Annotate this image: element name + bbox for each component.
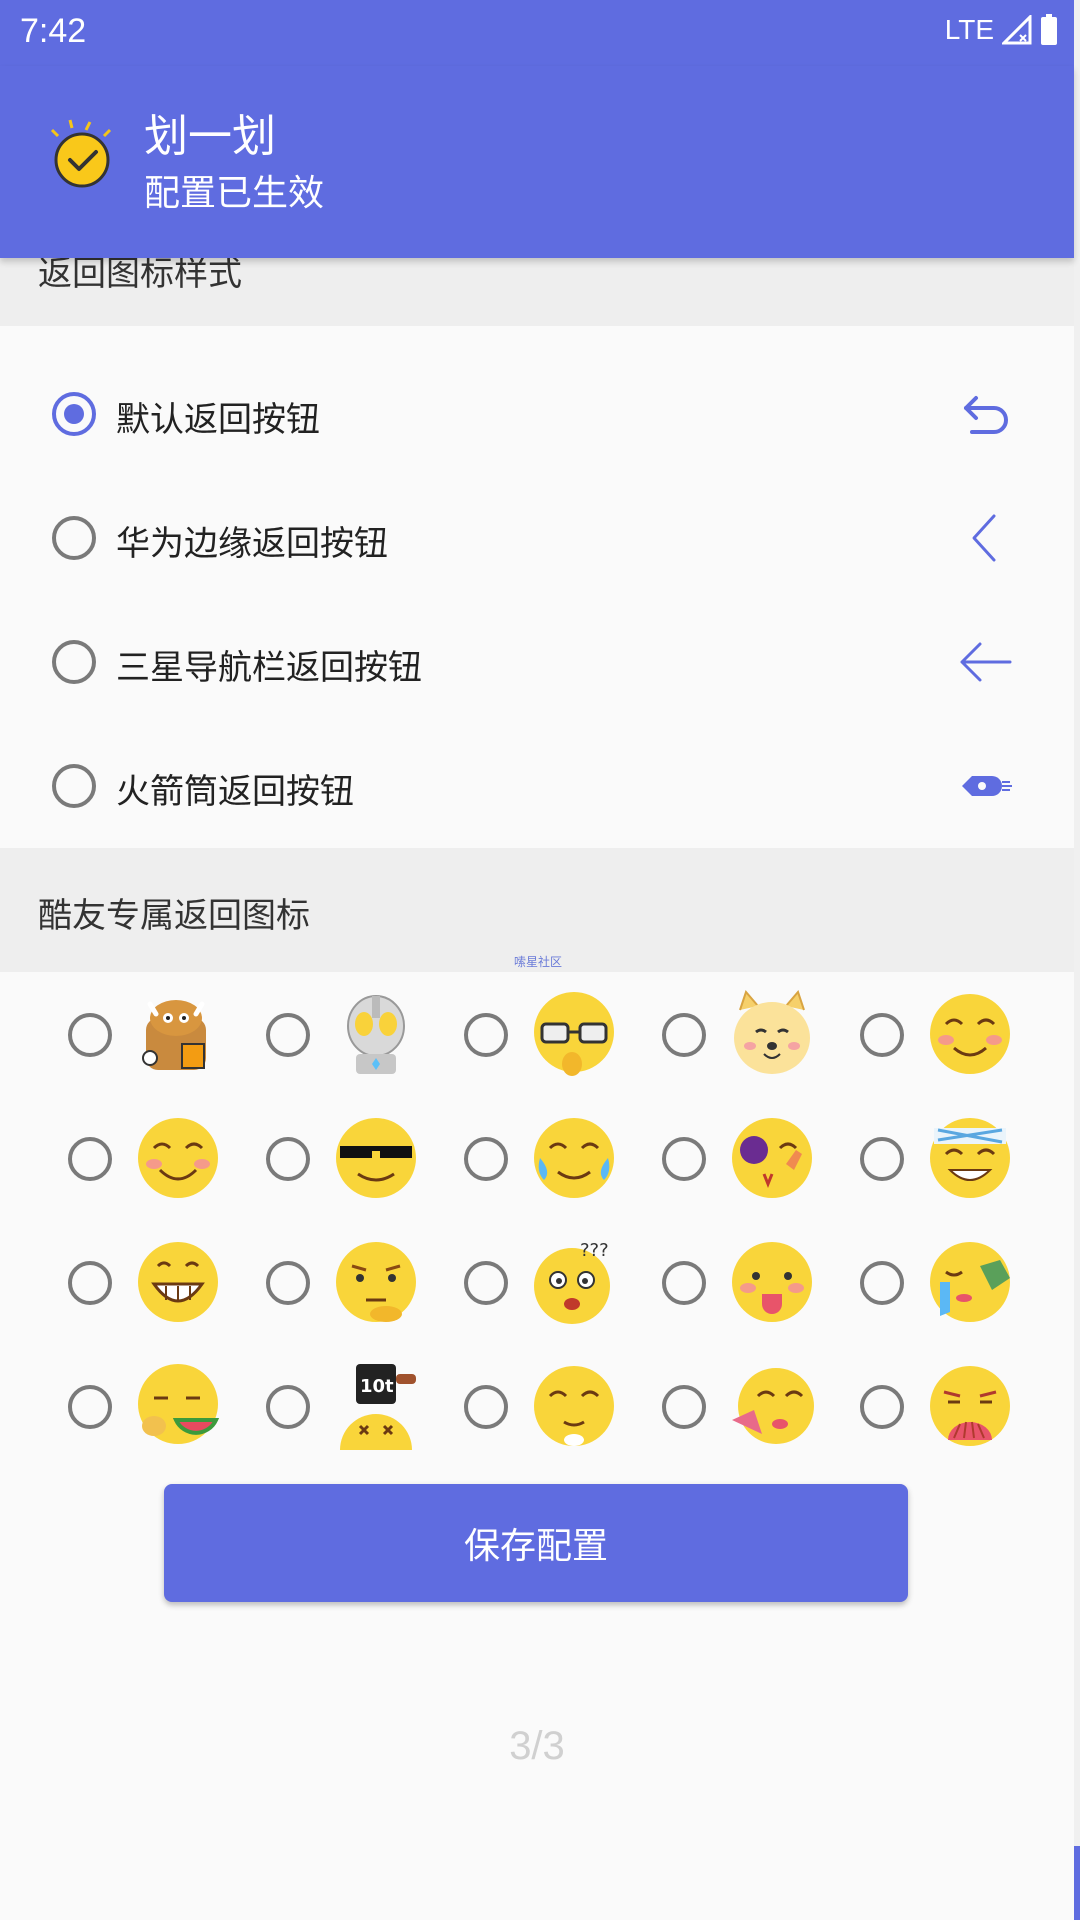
- deal-with-it-emoji-icon: [336, 1118, 416, 1198]
- network-type: LTE: [944, 14, 994, 45]
- radio-button[interactable]: [68, 1385, 112, 1429]
- emoji-option[interactable]: [464, 1104, 654, 1214]
- radio-button[interactable]: [464, 1013, 508, 1057]
- option-label: 三星导航栏返回按钮: [116, 648, 422, 688]
- emoji-option[interactable]: [662, 1352, 852, 1462]
- radio-button[interactable]: [52, 764, 96, 808]
- radio-button[interactable]: [464, 1261, 508, 1305]
- app-title: 划一划: [144, 111, 276, 162]
- bandana-laugh-emoji-icon: [930, 1118, 1010, 1198]
- emoji-option[interactable]: ???: [464, 1228, 654, 1338]
- ten-ton-weight-emoji-icon: 10t: [340, 1364, 416, 1450]
- fan-wave-emoji-icon: [732, 1368, 814, 1444]
- laugh-cry-emoji-icon: [534, 1118, 614, 1198]
- radio-button[interactable]: [662, 1385, 706, 1429]
- page-indicator: 3/3: [509, 1724, 565, 1768]
- radio-button[interactable]: [662, 1261, 706, 1305]
- signal-icon: [1002, 15, 1032, 45]
- emoji-option[interactable]: [68, 1104, 258, 1214]
- back-option-rocket[interactable]: 火箭筒返回按钮: [0, 724, 1074, 848]
- confused-emoji-icon: ???: [534, 1240, 610, 1324]
- doge-emoji-icon: [734, 990, 810, 1074]
- radio-button[interactable]: [52, 640, 96, 684]
- fan-cover-emoji-icon: [930, 1366, 1010, 1446]
- status-icons: LTE: [945, 14, 1058, 46]
- eating-watermelon-emoji-icon: [138, 1364, 220, 1444]
- edge-accent: [1074, 1846, 1080, 1920]
- radio-button[interactable]: [266, 1261, 310, 1305]
- emoji-option[interactable]: [860, 980, 1050, 1090]
- radio-button[interactable]: [68, 1137, 112, 1181]
- option-label: 默认返回按钮: [116, 400, 320, 440]
- app-bar: 划一划 配置已生效: [0, 66, 1074, 258]
- squint-smile-emoji-icon: [930, 994, 1010, 1074]
- emoji-option[interactable]: 10t: [266, 1352, 456, 1462]
- grin-teeth-emoji-icon: [138, 1242, 218, 1322]
- radio-button[interactable]: [266, 1385, 310, 1429]
- emoji-option[interactable]: [266, 1228, 456, 1338]
- radio-button[interactable]: [860, 1261, 904, 1305]
- radio-button[interactable]: [464, 1385, 508, 1429]
- radio-button[interactable]: [266, 1137, 310, 1181]
- radio-button[interactable]: [52, 392, 96, 436]
- tongue-out-emoji-icon: [732, 1242, 812, 1322]
- emoji-option[interactable]: [860, 1104, 1050, 1214]
- emoji-option[interactable]: [860, 1352, 1050, 1462]
- emoji-option[interactable]: [68, 1352, 258, 1462]
- watermark: 嗦星社区: [514, 955, 563, 969]
- radio-button[interactable]: [68, 1013, 112, 1057]
- radio-button[interactable]: [860, 1385, 904, 1429]
- app-subtitle: 配置已生效: [144, 173, 325, 214]
- sneaky-eat-emoji-icon: [534, 1366, 614, 1446]
- battery-icon: [1041, 14, 1057, 45]
- app-logo-icon: [50, 119, 112, 188]
- emoji-option[interactable]: [662, 980, 852, 1090]
- emoji-option[interactable]: [662, 1228, 852, 1338]
- emoji-option[interactable]: [464, 1352, 654, 1462]
- section-title: 酷友专属返回图标: [38, 896, 310, 936]
- emoji-option[interactable]: [464, 980, 654, 1090]
- rocket-launcher-icon: [962, 776, 1012, 796]
- cow-thumbs-up-emoji-icon: [142, 1000, 206, 1070]
- back-option-default[interactable]: 默认返回按钮: [0, 352, 1074, 476]
- bruised-wave-emoji-icon: [732, 1118, 812, 1198]
- status-time: 7:42: [20, 12, 87, 50]
- radio-button[interactable]: [52, 516, 96, 560]
- back-option-huawei[interactable]: 华为边缘返回按钮: [0, 476, 1074, 600]
- svg-text:10t: 10t: [360, 1376, 394, 1397]
- radio-button[interactable]: [266, 1013, 310, 1057]
- shy-smile-emoji-icon: [138, 1118, 218, 1198]
- emoji-option[interactable]: [68, 1228, 258, 1338]
- status-bar: 7:42 LTE: [0, 0, 1074, 66]
- save-config-button[interactable]: 保存配置: [164, 1484, 908, 1602]
- radio-button[interactable]: [464, 1137, 508, 1181]
- option-label: 火箭筒返回按钮: [116, 772, 354, 812]
- skeptical-emoji-icon: [336, 1242, 416, 1322]
- emoji-option[interactable]: [68, 980, 258, 1090]
- emoji-option[interactable]: [662, 1104, 852, 1214]
- radio-button[interactable]: [662, 1013, 706, 1057]
- chevron-left-icon: [972, 514, 996, 562]
- back-option-samsung[interactable]: 三星导航栏返回按钮: [0, 600, 1074, 724]
- emoji-option[interactable]: [266, 980, 456, 1090]
- radio-button[interactable]: [860, 1137, 904, 1181]
- emoji-option[interactable]: [860, 1228, 1050, 1338]
- radio-button[interactable]: [860, 1013, 904, 1057]
- undo-arrow-icon: [964, 396, 1008, 434]
- radio-button[interactable]: [662, 1137, 706, 1181]
- svg-text:???: ???: [580, 1240, 609, 1261]
- emoji-option[interactable]: [266, 1104, 456, 1214]
- cry-wipe-emoji-icon: [930, 1242, 1010, 1322]
- edge-strip: [1074, 0, 1080, 1920]
- sunglasses-smirk-emoji-icon: [534, 992, 614, 1076]
- arrow-left-icon: [960, 642, 1012, 682]
- radio-button[interactable]: [68, 1261, 112, 1305]
- option-label: 华为边缘返回按钮: [116, 524, 388, 564]
- ultraman-emoji-icon: [347, 995, 405, 1074]
